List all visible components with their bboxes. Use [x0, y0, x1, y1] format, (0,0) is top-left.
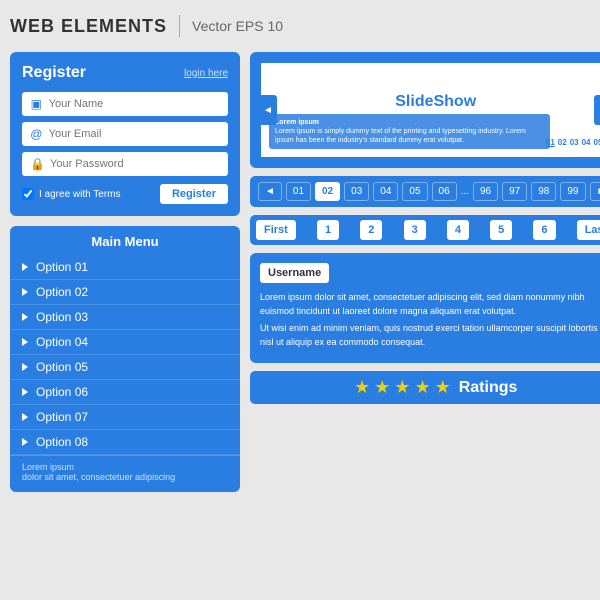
page-title: WEB ELEMENTS [10, 16, 167, 37]
arrow-icon-6 [22, 388, 28, 396]
arrow-icon-5 [22, 363, 28, 371]
page-btn-99[interactable]: 99 [560, 182, 585, 201]
page-btn-98[interactable]: 98 [531, 182, 556, 201]
menu-item-8[interactable]: Option 08 [10, 430, 240, 455]
page-btn2-2[interactable]: 2 [360, 220, 382, 240]
menu-footer: Lorem ipsum dolor sit amet, consectetuer… [10, 455, 240, 484]
ratings-bar: ★ ★ ★ ★ ★ Ratings [250, 371, 600, 404]
arrow-icon-4 [22, 338, 28, 346]
menu-item-6[interactable]: Option 06 [10, 380, 240, 405]
ratings-label: Ratings [459, 379, 518, 397]
slideshow-next-button[interactable]: ► [594, 95, 600, 125]
arrow-icon-1 [22, 263, 28, 271]
username-label: Username [260, 263, 329, 283]
dot-2[interactable]: 02 [558, 138, 567, 147]
dot-1[interactable]: 01 [546, 138, 555, 147]
login-link[interactable]: login here [184, 68, 228, 79]
header-divider [179, 15, 180, 37]
page-btn-02[interactable]: 02 [315, 182, 340, 201]
dot-3[interactable]: 03 [570, 138, 579, 147]
star-rating[interactable]: ★ ★ ★ ★ ★ [354, 377, 451, 398]
arrow-icon-8 [22, 438, 28, 446]
lock-icon: 🔒 [30, 157, 44, 171]
arrow-icon-2 [22, 288, 28, 296]
password-input-group: 🔒 [22, 152, 228, 176]
slideshow-prev-button[interactable]: ◄ [259, 95, 277, 125]
name-input-group: ▣ [22, 92, 228, 116]
menu-item-7[interactable]: Option 07 [10, 405, 240, 430]
arrow-icon-3 [22, 313, 28, 321]
slideshow: ◄ SlideShow Lorem ipsum Lorem ipsum is s… [258, 60, 600, 160]
star-1[interactable]: ★ [354, 377, 370, 398]
page-btn-01[interactable]: 01 [286, 182, 311, 201]
slideshow-title: SlideShow [395, 93, 476, 111]
email-icon: @ [30, 127, 43, 141]
agree-checkbox[interactable] [22, 188, 34, 200]
user-card-para1: Lorem ipsum dolor sit amet, consectetuer… [260, 291, 600, 318]
dot-5[interactable]: 05 [594, 138, 600, 147]
star-4[interactable]: ★ [414, 377, 430, 398]
user-card: Username Lorem ipsum dolor sit amet, con… [250, 253, 600, 363]
page-btn2-6[interactable]: 6 [533, 220, 555, 240]
password-input[interactable] [50, 158, 220, 170]
page-btn2-4[interactable]: 4 [447, 220, 469, 240]
header-subtitle: Vector EPS 10 [192, 18, 283, 34]
menu-item-5[interactable]: Option 05 [10, 355, 240, 380]
pagination-bar-2: First 1 2 3 4 5 6 Last [250, 215, 600, 245]
star-2[interactable]: ★ [374, 377, 390, 398]
slideshow-container: ◄ SlideShow Lorem ipsum Lorem ipsum is s… [250, 52, 600, 168]
page-btn-05[interactable]: 05 [402, 182, 427, 201]
menu-item-1[interactable]: Option 01 [10, 255, 240, 280]
slideshow-text-overlay: Lorem ipsum Lorem ipsum is simply dummy … [269, 114, 550, 149]
register-button[interactable]: Register [160, 184, 228, 204]
page-btn-97[interactable]: 97 [502, 182, 527, 201]
page-btn2-1[interactable]: 1 [317, 220, 339, 240]
user-card-para2: Ut wisi enim ad minim veniam, quis nostr… [260, 322, 600, 349]
agree-label[interactable]: I agree with Terms [22, 188, 121, 200]
pagination-bar-1: ◄ 01 02 03 04 05 06 ... 96 97 98 99 ► [250, 176, 600, 207]
menu-title: Main Menu [10, 234, 240, 249]
menu-item-3[interactable]: Option 03 [10, 305, 240, 330]
arrow-icon-7 [22, 413, 28, 421]
main-menu: Main Menu Option 01 Option 02 Option 03 … [10, 226, 240, 492]
dot-4[interactable]: 04 [582, 138, 591, 147]
page-btn-04[interactable]: 04 [373, 182, 398, 201]
star-5[interactable]: ★ [435, 377, 451, 398]
page-btn2-3[interactable]: 3 [404, 220, 426, 240]
star-3[interactable]: ★ [394, 377, 410, 398]
pagination-first-button[interactable]: First [256, 220, 296, 240]
page-btn2-5[interactable]: 5 [490, 220, 512, 240]
menu-item-2[interactable]: Option 02 [10, 280, 240, 305]
name-input[interactable] [49, 98, 220, 110]
pagination-next-button[interactable]: ► [590, 182, 600, 201]
user-icon: ▣ [30, 97, 43, 111]
pagination-dots: ... [461, 186, 469, 197]
email-input[interactable] [49, 128, 220, 140]
menu-item-4[interactable]: Option 04 [10, 330, 240, 355]
email-input-group: @ [22, 122, 228, 146]
slideshow-dots: 01 02 03 04 05 [546, 138, 600, 147]
page-btn-06[interactable]: 06 [432, 182, 457, 201]
pagination-prev-button[interactable]: ◄ [258, 182, 282, 201]
pagination-last-button[interactable]: Last [577, 220, 600, 240]
register-title: Register [22, 64, 86, 82]
page-btn-03[interactable]: 03 [344, 182, 369, 201]
register-form: Register login here ▣ @ 🔒 [10, 52, 240, 216]
page-btn-96[interactable]: 96 [473, 182, 498, 201]
